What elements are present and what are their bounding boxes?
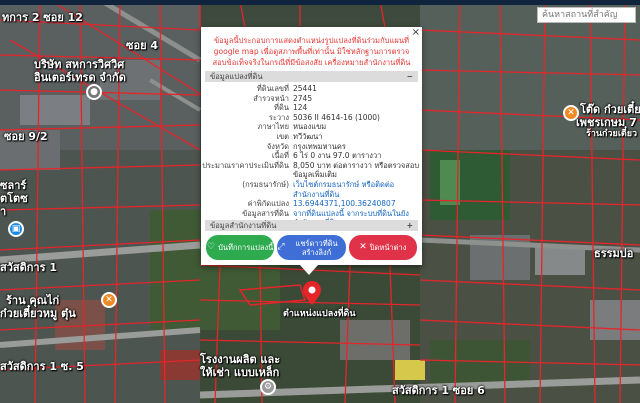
detail-key: เนื้อที่ bbox=[271, 151, 289, 161]
section-header-office[interactable]: ข้อมูลสำนักงานที่ดิน + bbox=[205, 220, 418, 231]
detail-row: เขต ทวีวัฒนา bbox=[201, 132, 422, 142]
popup-actions: ♡ บันทึกการแปลงนี้ ⤢ แชร์ดาวที่ดิน สร้าง… bbox=[206, 235, 417, 260]
close-icon[interactable]: × bbox=[412, 27, 420, 38]
parcel-info-popup: × ข้อมูลนี้ประกอบการแสดงตำแหน่งรูปแปลงที… bbox=[201, 27, 422, 265]
share-link-button[interactable]: ⤢ แชร์ดาวที่ดิน สร้างลิงก์ bbox=[277, 235, 346, 260]
map-label-kuaytiew-line2: ก๋วยเตี๋ยวหมู ตุ๋น bbox=[0, 307, 76, 320]
detail-key: สำรวจหน้า bbox=[253, 93, 289, 103]
detail-key: ที่ดินเลขที่ bbox=[256, 84, 289, 93]
detail-key: ภาษาไทย bbox=[257, 122, 289, 132]
section-title-office: ข้อมูลสำนักงานที่ดิน bbox=[210, 221, 277, 230]
section-header-parcel[interactable]: ข้อมูลแปลงที่ดิน − bbox=[205, 71, 418, 82]
close-window-button[interactable]: ✕ ปิดหน้าต่าง bbox=[348, 235, 417, 260]
map-label-sawasdikarn1-soi6: สวัสดิการ 1 ซอย 6 bbox=[392, 384, 485, 397]
close-window-label: ปิดหน้าต่าง bbox=[369, 243, 407, 252]
detail-key: (กรมธนารักษ์) bbox=[242, 179, 289, 189]
detail-row: (กรมธนารักษ์) เว็บไซต์กรมธนารักษ์ หรือติด… bbox=[201, 180, 422, 199]
map-label-sawasdikarn1-soi5: สวัสดิการ 1 ซ. 5 bbox=[0, 360, 84, 373]
detail-row: จังหวัด กรุงเทพมหานคร bbox=[201, 142, 422, 152]
detail-value: หนองแขม bbox=[293, 122, 327, 132]
expand-icon[interactable]: + bbox=[407, 220, 413, 231]
detail-key: จังหวัด bbox=[266, 141, 289, 151]
detail-row: ภาษาไทย หนองแขม bbox=[201, 122, 422, 132]
detail-row: ที่ดินเลขที่ 25441 bbox=[201, 84, 422, 94]
close-icon-small: ✕ bbox=[359, 242, 367, 252]
detail-key: ระวาง bbox=[268, 112, 289, 122]
share-link-label: แชร์ดาวที่ดิน สร้างลิงก์ bbox=[295, 238, 338, 257]
map-label-solar3: า bbox=[0, 205, 7, 218]
map-label-shop-line3: ร้านก๋วยเตี๋ยว bbox=[586, 129, 638, 139]
parcel-pin-label: ตำแหน่งแปลงที่ดิน bbox=[283, 309, 356, 319]
detail-key: เขต bbox=[276, 131, 289, 141]
detail-value: กรุงเทพมหานคร bbox=[293, 141, 346, 151]
detail-key: ประมาณราคาประเมินที่ดิน bbox=[202, 160, 289, 170]
coordinate-link[interactable]: 13.6944371,100.36240807 bbox=[293, 199, 422, 209]
section-title-parcel: ข้อมูลแปลงที่ดิน bbox=[210, 72, 263, 81]
map-marker-icon[interactable] bbox=[303, 281, 321, 305]
lock-icon[interactable]: ▣ bbox=[8, 221, 24, 237]
detail-value: 25441 bbox=[293, 84, 317, 93]
detail-row: ที่ดิน 124 bbox=[201, 103, 422, 113]
map-label-soi12: ทการ 2 ซอย 12 bbox=[2, 11, 83, 24]
disclaimer-text: ข้อมูลนี้ประกอบการแสดงตำแหน่งรูปแปลงที่ด… bbox=[212, 36, 411, 67]
detail-key: ค่าพิกัดแปลง bbox=[247, 199, 289, 209]
save-parcel-button[interactable]: ♡ บันทึกการแปลงนี้ bbox=[206, 235, 275, 260]
detail-row: สำรวจหน้า 2745 bbox=[201, 94, 422, 104]
location-pin-icon[interactable]: ● bbox=[86, 84, 102, 100]
restaurant-icon-right[interactable]: ✕ bbox=[563, 105, 579, 121]
parcel-details: ที่ดินเลขที่ 25441 สำรวจหน้า 2745 ที่ดิน 12… bbox=[201, 84, 422, 228]
popup-pointer bbox=[300, 265, 318, 275]
detail-row: ค่าพิกัดแปลง 13.6944371,100.36240807 bbox=[201, 199, 422, 209]
detail-link[interactable]: เว็บไซต์กรมธนารักษ์ หรือติดต่อสำนักงานที… bbox=[293, 180, 422, 199]
heart-icon: ♡ bbox=[207, 242, 216, 252]
restaurant-icon[interactable]: ✕ bbox=[101, 292, 117, 308]
search-input[interactable] bbox=[537, 7, 636, 23]
map-label-company-line2: อินเตอร์เทรด จำกัด bbox=[34, 71, 126, 84]
factory-icon[interactable]: ⚙ bbox=[260, 379, 276, 395]
detail-value: 2745 bbox=[293, 93, 313, 103]
map-label-sawasdikarn1: สวัสดิการ 1 bbox=[0, 261, 57, 274]
detail-key: ที่ดิน bbox=[274, 103, 289, 113]
detail-value: ทวีวัฒนา bbox=[293, 131, 323, 141]
detail-value: 5036 II 4614-16 (1000) bbox=[293, 112, 380, 122]
map-label-bor: ธรรมบ่อ bbox=[594, 247, 634, 260]
detail-value: 8,050 บาท ต่อตารางวา หรือตรวจสอบข้อมูลเพ… bbox=[293, 160, 420, 180]
detail-value: 124 bbox=[293, 103, 308, 113]
share-icon: ⤢ bbox=[277, 242, 285, 252]
detail-row: ประมาณราคาประเมินที่ดิน 8,050 บาท ต่อตารา… bbox=[201, 161, 422, 180]
map-label-soi92: ซอย 9/2 bbox=[4, 130, 48, 143]
map-label-soi4: ซอย 4 bbox=[126, 39, 159, 52]
detail-row: เนื้อที่ 6 ไร่ 0 งาน 97.0 ตารางวา bbox=[201, 151, 422, 161]
detail-value: 6 ไร่ 0 งาน 97.0 ตารางวา bbox=[293, 151, 382, 161]
save-parcel-label: บันทึกการแปลงนี้ bbox=[218, 243, 274, 252]
top-bar bbox=[0, 0, 640, 5]
collapse-icon[interactable]: − bbox=[407, 71, 413, 82]
detail-row: ระวาง 5036 II 4614-16 (1000) bbox=[201, 113, 422, 123]
